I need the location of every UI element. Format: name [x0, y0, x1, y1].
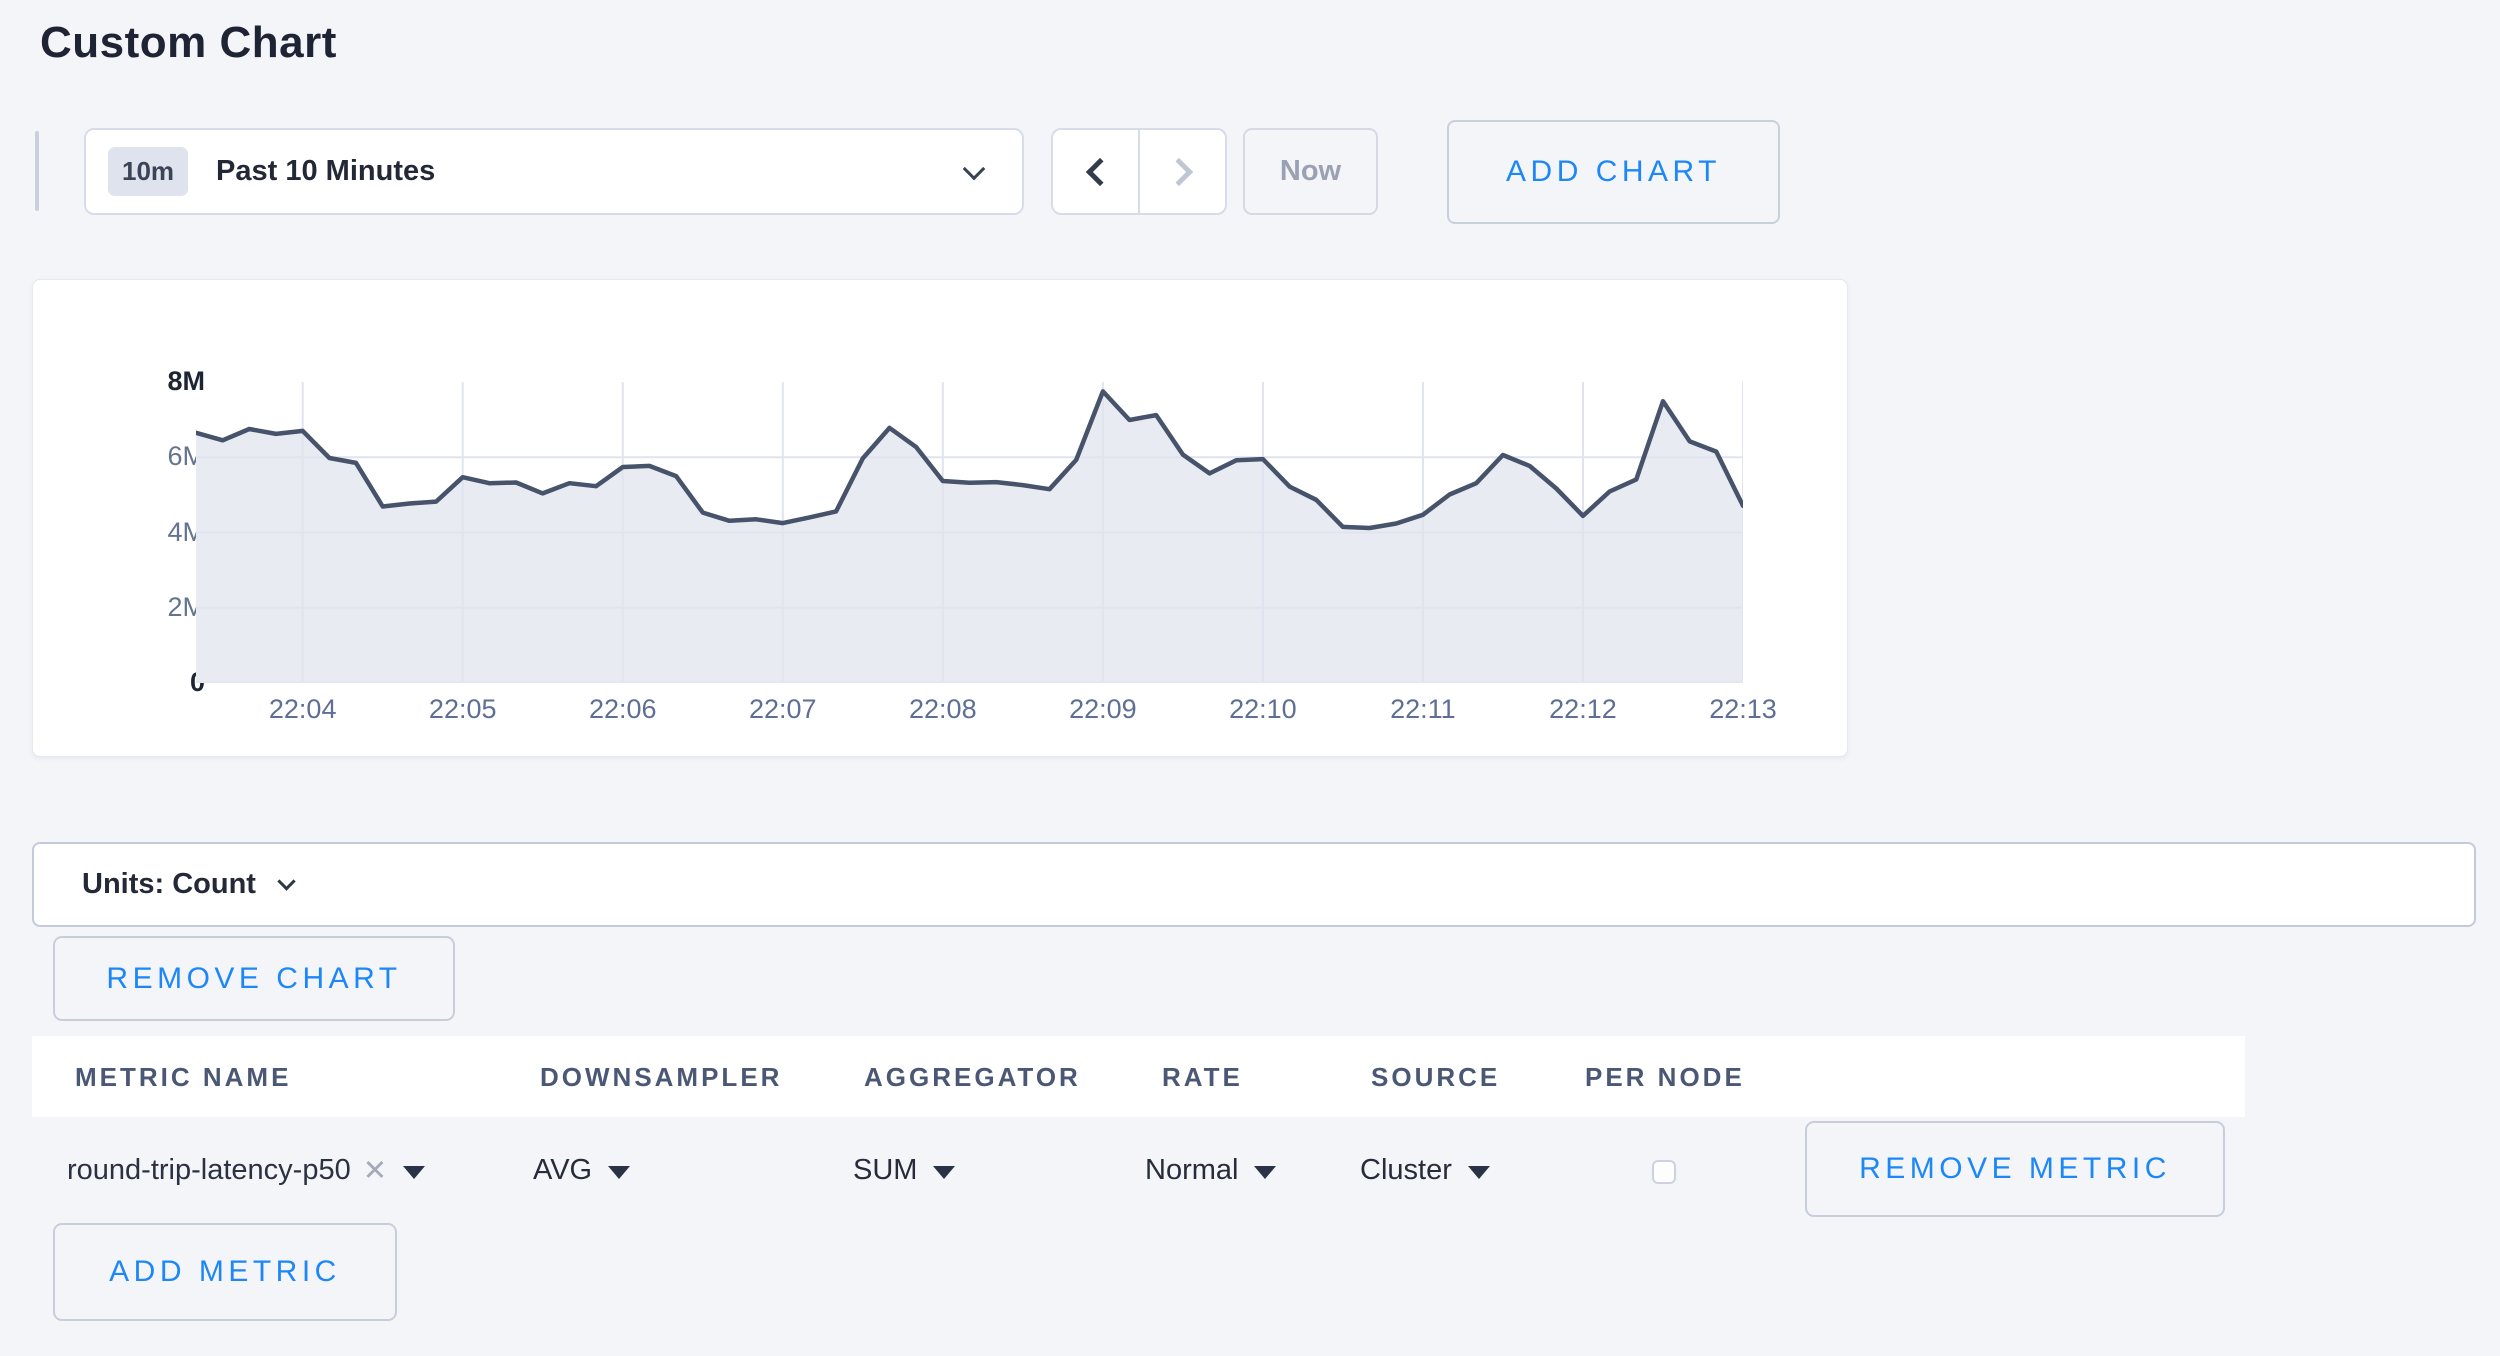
chevron-right-icon: [1164, 157, 1192, 185]
x-axis-label: 22:10: [1229, 694, 1297, 725]
time-nav-group: [1051, 128, 1227, 215]
x-axis-label: 22:08: [909, 694, 977, 725]
time-range-dropdown[interactable]: 10m Past 10 Minutes: [84, 128, 1024, 215]
y-axis-label: 6M: [73, 441, 205, 472]
chevron-down-icon: [277, 872, 295, 890]
time-range-badge: 10m: [108, 147, 188, 196]
aggregator-value: SUM: [853, 1154, 917, 1187]
col-header-aggregator: AGGREGATOR: [864, 1062, 1081, 1093]
metric-name-select[interactable]: round-trip-latency-p50 ✕: [67, 1140, 425, 1200]
caret-down-icon: [403, 1166, 425, 1179]
x-axis-label: 22:05: [429, 694, 497, 725]
per-node-checkbox[interactable]: [1652, 1160, 1676, 1184]
toolbar-grip: [35, 131, 39, 211]
add-metric-button[interactable]: ADD METRIC: [53, 1223, 397, 1321]
source-select[interactable]: Cluster: [1360, 1140, 1490, 1200]
aggregator-select[interactable]: SUM: [853, 1140, 955, 1200]
col-header-downsampler: DOWNSAMPLER: [540, 1062, 782, 1093]
downsampler-value: AVG: [533, 1154, 592, 1187]
metrics-table-header: METRIC NAME DOWNSAMPLER AGGREGATOR RATE …: [32, 1036, 2245, 1117]
time-forward-button[interactable]: [1138, 130, 1225, 213]
page-title: Custom Chart: [40, 18, 337, 68]
x-axis-label: 22:06: [589, 694, 657, 725]
x-axis-label: 22:13: [1709, 694, 1777, 725]
chart-area-fill: [196, 391, 1743, 683]
rate-value: Normal: [1145, 1154, 1238, 1187]
time-back-button[interactable]: [1053, 130, 1138, 213]
x-axis-label: 22:07: [749, 694, 817, 725]
caret-down-icon: [1468, 1166, 1490, 1179]
x-axis-label: 22:12: [1549, 694, 1617, 725]
x-axis-label: 22:09: [1069, 694, 1137, 725]
col-header-source: SOURCE: [1371, 1062, 1500, 1093]
downsampler-select[interactable]: AVG: [533, 1140, 630, 1200]
add-chart-button[interactable]: ADD CHART: [1447, 120, 1780, 224]
source-value: Cluster: [1360, 1154, 1452, 1187]
x-axis-label: 22:11: [1390, 694, 1456, 725]
caret-down-icon: [933, 1166, 955, 1179]
remove-chart-button[interactable]: REMOVE CHART: [53, 936, 455, 1021]
chevron-down-icon: [963, 158, 986, 181]
x-axis-label: 22:04: [269, 694, 337, 725]
now-button-label: Now: [1280, 155, 1341, 188]
now-button[interactable]: Now: [1243, 128, 1378, 215]
units-label: Units: Count: [82, 868, 256, 901]
caret-down-icon: [1254, 1166, 1276, 1179]
units-dropdown[interactable]: Units: Count: [32, 842, 2476, 927]
col-header-metric-name: METRIC NAME: [75, 1062, 291, 1093]
col-header-per-node: PER NODE: [1585, 1062, 1745, 1093]
chevron-left-icon: [1085, 157, 1113, 185]
chart-card: 0 2M 4M 6M 8M 22:04 22:05 22:06 22:07 22:08 22:09…: [32, 279, 1848, 757]
y-axis-label: 8M: [73, 366, 205, 397]
rate-select[interactable]: Normal: [1145, 1140, 1276, 1200]
close-icon[interactable]: ✕: [363, 1153, 387, 1188]
col-header-rate: RATE: [1162, 1062, 1243, 1093]
y-axis-label: 4M: [73, 517, 205, 548]
remove-metric-button[interactable]: REMOVE METRIC: [1805, 1121, 2225, 1217]
caret-down-icon: [608, 1166, 630, 1179]
chart-plot-area: [196, 382, 1743, 683]
metric-name-value: round-trip-latency-p50: [67, 1154, 351, 1187]
y-axis-label: 2M: [73, 592, 205, 623]
time-range-label: Past 10 Minutes: [216, 155, 435, 188]
chart-canvas: [196, 382, 1743, 683]
y-axis-label: 0: [73, 667, 205, 698]
